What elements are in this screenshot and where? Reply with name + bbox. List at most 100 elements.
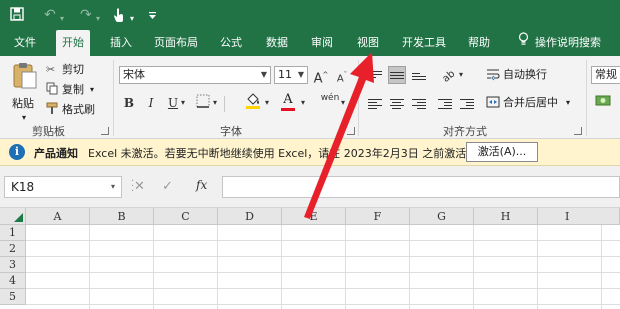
shrink-font-icon: A	[336, 73, 344, 85]
column-header[interactable]: G	[410, 208, 474, 225]
chevron-down-icon[interactable]: ▾	[111, 177, 115, 197]
tab-data[interactable]: 数据	[260, 30, 294, 56]
column-header[interactable]: I	[538, 208, 620, 225]
clipboard-group-label: 剪贴板	[32, 125, 65, 138]
tab-view[interactable]: 视图	[351, 30, 385, 56]
decrease-indent-button[interactable]	[436, 94, 454, 112]
wrap-text-label: 自动换行	[503, 68, 547, 81]
decrease-indent-icon	[438, 97, 452, 111]
column-header[interactable]: B	[90, 208, 154, 225]
align-center-button[interactable]	[388, 94, 406, 112]
redo-icon[interactable]: ↷	[80, 7, 92, 23]
undo-icon[interactable]: ↶	[44, 7, 56, 23]
activate-button[interactable]: 激活(A)...	[466, 142, 538, 162]
border-dropdown-icon[interactable]: ▾	[210, 94, 220, 112]
redo-dropdown-icon[interactable]: ▾	[96, 11, 100, 27]
currency-format-button[interactable]	[594, 94, 612, 112]
grow-font-icon: A	[313, 71, 323, 87]
font-name-combo[interactable]: 宋体 ▼	[119, 66, 271, 84]
row-header[interactable]: 4	[0, 273, 26, 289]
phonetic-icon: wén	[320, 93, 340, 103]
shrink-font-button[interactable]: Aˇ	[333, 66, 351, 84]
increase-indent-button[interactable]	[458, 94, 476, 112]
row-header[interactable]: 1	[0, 225, 26, 241]
tab-home[interactable]: 开始	[56, 30, 90, 58]
column-header[interactable]: F	[346, 208, 410, 225]
font-size-combo[interactable]: 11 ▼	[274, 66, 308, 84]
tab-formulas[interactable]: 公式	[214, 30, 248, 56]
info-icon: i	[9, 144, 25, 160]
column-header[interactable]: H	[474, 208, 538, 225]
gridline	[473, 225, 474, 309]
formula-input[interactable]	[222, 176, 620, 198]
tell-me-label: 操作说明搜索	[535, 36, 601, 49]
lightbulb-icon	[518, 30, 529, 56]
paste-dropdown-icon[interactable]: ▾	[22, 110, 26, 126]
merge-dropdown-icon[interactable]: ▾	[566, 95, 570, 111]
tab-developer[interactable]: 开发工具	[396, 30, 452, 56]
message-bar: i 产品通知 Excel 未激活。若要无中断地继续使用 Excel，请在 202…	[0, 139, 620, 166]
save-icon[interactable]	[10, 7, 24, 25]
italic-button[interactable]: I	[142, 94, 160, 112]
gridline	[26, 256, 620, 257]
align-middle-button[interactable]	[388, 66, 406, 84]
phonetic-dropdown-icon[interactable]: ▾	[338, 94, 348, 112]
align-bottom-button[interactable]	[410, 66, 428, 84]
chevron-down-icon: ▼	[260, 70, 267, 79]
font-name-value: 宋体	[123, 68, 145, 81]
font-color-dropdown-icon[interactable]: ▾	[298, 94, 308, 112]
format-painter-icon	[46, 102, 58, 120]
divider	[224, 96, 225, 112]
column-header[interactable]: C	[154, 208, 218, 225]
gridline	[345, 225, 346, 309]
undo-dropdown-icon[interactable]: ▾	[60, 11, 64, 27]
tab-review[interactable]: 审阅	[305, 30, 339, 56]
font-launcher-icon[interactable]	[347, 127, 355, 135]
number-format-combo[interactable]: 常规	[591, 66, 620, 84]
copy-dropdown-icon[interactable]: ▾	[90, 82, 94, 98]
bold-button[interactable]: B	[120, 94, 138, 112]
fill-color-button[interactable]	[244, 92, 262, 110]
select-all-button[interactable]	[0, 208, 26, 225]
align-top-button[interactable]	[366, 66, 384, 84]
cancel-button[interactable]: ✕	[134, 179, 145, 194]
align-right-button[interactable]	[410, 94, 428, 112]
customize-icon[interactable]	[148, 10, 157, 26]
message-text: Excel 未激活。若要无中断地继续使用 Excel，请在 2023年2月3日 …	[88, 147, 478, 160]
name-box[interactable]: K18 ▾	[4, 176, 122, 198]
paste-button[interactable]: 粘贴 ▾	[8, 62, 42, 122]
grow-font-button[interactable]: A^	[312, 66, 330, 87]
tell-me-search[interactable]: 操作说明搜索	[512, 30, 607, 56]
cut-label: 剪切	[62, 63, 84, 76]
gridline	[601, 225, 602, 309]
group-divider	[586, 60, 587, 136]
gridline	[153, 225, 154, 309]
row-header[interactable]: 5	[0, 289, 26, 305]
copy-label: 复制	[62, 83, 84, 96]
drag-handle-icon[interactable]: · · ·	[131, 177, 134, 197]
orientation-dropdown-icon[interactable]: ▾	[456, 66, 466, 84]
fill-dropdown-icon[interactable]: ▾	[262, 94, 272, 112]
font-color-button[interactable]: A	[279, 91, 297, 111]
align-left-button[interactable]	[366, 94, 384, 112]
tab-help[interactable]: 帮助	[462, 30, 496, 56]
worksheet-grid[interactable]: A B C D E F G H I 1 2 3 4 5	[0, 208, 620, 309]
group-divider	[113, 60, 114, 136]
row-header[interactable]: 2	[0, 241, 26, 257]
enter-button[interactable]: ✓	[162, 179, 173, 194]
row-header[interactable]: 3	[0, 257, 26, 273]
column-header[interactable]: D	[218, 208, 282, 225]
insert-function-button[interactable]: fx	[196, 178, 207, 192]
column-header[interactable]: E	[282, 208, 346, 225]
group-divider	[358, 60, 359, 136]
alignment-launcher-icon[interactable]	[574, 127, 582, 135]
tab-file[interactable]: 文件	[8, 30, 42, 56]
merge-center-icon	[486, 95, 500, 114]
tab-page-layout[interactable]: 页面布局	[148, 30, 204, 56]
column-header[interactable]: A	[26, 208, 90, 225]
clipboard-launcher-icon[interactable]	[101, 127, 109, 135]
underline-dropdown-icon[interactable]: ▾	[178, 94, 188, 112]
tab-insert[interactable]: 插入	[104, 30, 138, 56]
touch-mode-icon[interactable]	[112, 7, 126, 27]
touch-dropdown-icon[interactable]: ▾	[130, 11, 134, 27]
